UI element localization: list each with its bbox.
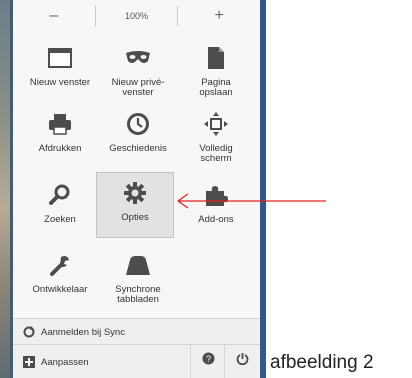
new-private-window-button[interactable]: Nieuw privé- venster xyxy=(99,38,177,112)
fullscreen-icon xyxy=(177,110,255,138)
window-icon xyxy=(21,44,99,72)
new-window-button[interactable]: Nieuw venster xyxy=(21,38,99,112)
quit-button[interactable] xyxy=(224,344,259,378)
customize-label: Aanpassen xyxy=(41,356,89,368)
search-icon xyxy=(21,181,99,209)
tile-label: Geschiedenis xyxy=(109,143,167,154)
page-save-icon xyxy=(177,44,255,72)
wrench-icon xyxy=(21,251,99,279)
tile-label: Zoeken xyxy=(44,214,76,225)
help-button[interactable]: ? xyxy=(190,344,225,378)
background-strip xyxy=(0,0,10,378)
fullscreen-button[interactable]: Volledig scherm xyxy=(177,104,255,178)
print-button[interactable]: Afdrukken xyxy=(21,104,99,178)
synced-tabs-icon xyxy=(99,251,177,279)
power-icon xyxy=(236,352,249,370)
sync-label: Aanmelden bij Sync xyxy=(41,326,125,338)
screenshot-stage: – 100% + Nieuw venster Nieuw privé- vens… xyxy=(0,0,412,378)
tile-label: Add-ons xyxy=(198,214,234,225)
developer-button[interactable]: Ontwikkelaar xyxy=(21,245,99,319)
window-edge-bar xyxy=(260,0,266,378)
sync-icon xyxy=(23,326,35,338)
tile-label: Ontwikkelaar xyxy=(32,284,88,295)
zoom-reset-button[interactable]: 100% xyxy=(94,6,179,26)
tile-label: Synchrone tabbladen xyxy=(115,284,161,305)
customize-plus-icon xyxy=(23,356,35,368)
tile-label: Opties xyxy=(121,212,149,223)
zoom-in-button[interactable]: + xyxy=(178,6,260,26)
options-button[interactable]: Opties xyxy=(96,172,174,238)
search-button[interactable]: Zoeken xyxy=(21,175,99,249)
annotation-arrow xyxy=(177,193,326,209)
zoom-controls: – 100% + xyxy=(13,0,260,32)
tile-label: Pagina opslaan xyxy=(199,77,233,98)
history-clock-icon xyxy=(99,110,177,138)
tile-label: Afdrukken xyxy=(38,143,82,154)
printer-icon xyxy=(21,110,99,138)
tile-label: Volledig scherm xyxy=(199,143,233,164)
history-button[interactable]: Geschiedenis xyxy=(99,104,177,178)
figure-caption: afbeelding 2 xyxy=(270,352,374,373)
gear-icon xyxy=(97,179,173,207)
tile-label: Nieuw privé- venster xyxy=(111,77,165,98)
sync-signin-row[interactable]: Aanmelden bij Sync xyxy=(13,318,260,345)
svg-text:?: ? xyxy=(205,354,210,364)
private-mask-icon xyxy=(99,44,177,72)
tile-label: Nieuw venster xyxy=(29,77,91,88)
help-icon: ? xyxy=(202,352,215,370)
synced-tabs-button[interactable]: Synchrone tabbladen xyxy=(99,245,177,319)
addons-button[interactable]: Add-ons xyxy=(177,175,255,249)
zoom-out-button[interactable]: – xyxy=(13,6,95,26)
save-page-button[interactable]: Pagina opslaan xyxy=(177,38,255,112)
